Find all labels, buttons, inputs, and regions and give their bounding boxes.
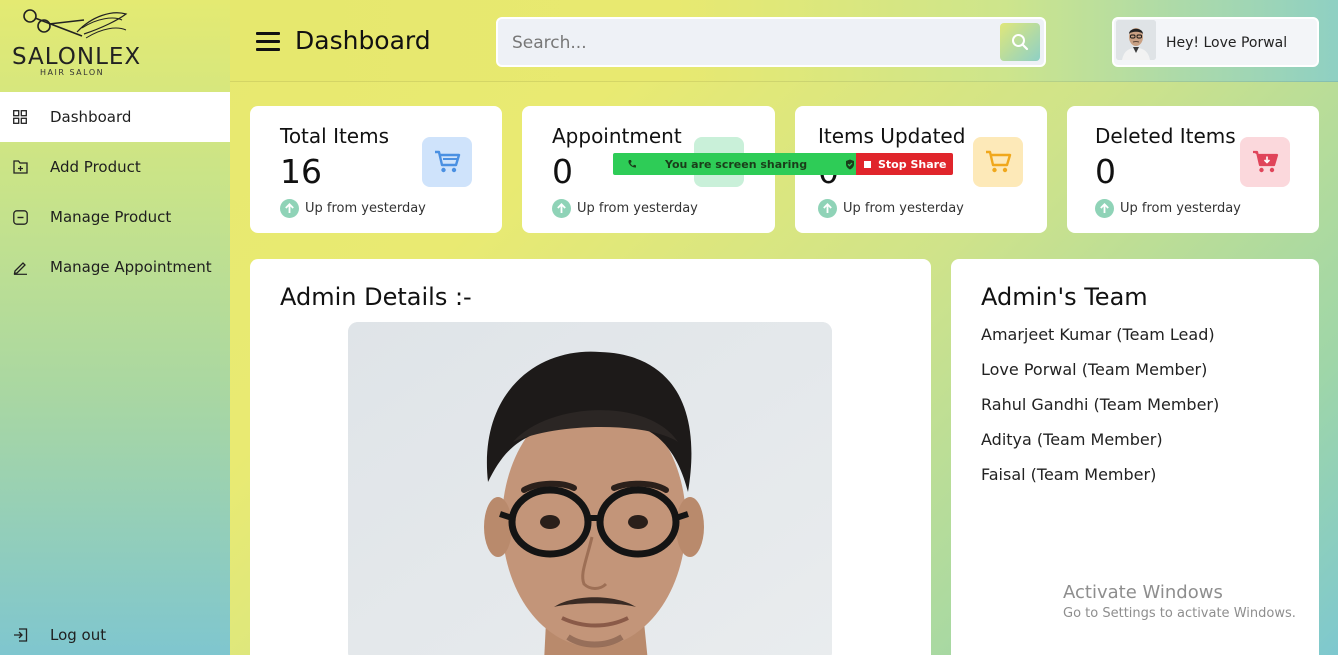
add-box-icon xyxy=(12,159,28,175)
user-profile[interactable]: Hey! Love Porwal xyxy=(1112,17,1319,67)
team-list: Amarjeet Kumar (Team Lead) Love Porwal (… xyxy=(981,325,1219,500)
arrow-up-icon xyxy=(552,199,571,218)
screen-share-message: You are screen sharing xyxy=(665,157,808,171)
logout-icon xyxy=(12,627,28,643)
sidebar-item-label: Manage Product xyxy=(50,208,172,226)
sidebar-item-add-product[interactable]: Add Product xyxy=(0,142,230,192)
top-header: Dashboard Hey! Love Porwal xyxy=(230,0,1338,82)
search-input[interactable] xyxy=(512,29,992,57)
list-item: Rahul Gandhi (Team Member) xyxy=(981,395,1220,414)
sidebar-item-label: Add Product xyxy=(50,158,141,176)
stop-icon xyxy=(864,160,871,168)
list-item: Amarjeet Kumar (Team Lead) xyxy=(981,325,1215,344)
search-button[interactable] xyxy=(1000,23,1040,61)
stat-title: Total Items xyxy=(280,124,390,148)
admin-details-panel: Admin Details :- xyxy=(250,259,931,655)
stat-trend-label: Up from yesterday xyxy=(577,201,698,216)
admin-details-title: Admin Details :- xyxy=(280,283,472,311)
stat-title: Items Updated xyxy=(818,124,966,148)
scissors-logo-icon xyxy=(23,9,128,39)
stat-title: Deleted Items xyxy=(1095,124,1236,148)
cart-icon xyxy=(422,137,472,187)
stat-value: 0 xyxy=(552,152,573,191)
phone-icon xyxy=(628,160,636,168)
minus-box-icon xyxy=(12,209,28,225)
menu-toggle-icon[interactable] xyxy=(256,32,280,52)
stat-trend-label: Up from yesterday xyxy=(305,201,426,216)
search-bar xyxy=(496,17,1046,67)
page-title: Dashboard xyxy=(295,26,431,55)
list-item: Aditya (Team Member) xyxy=(981,430,1163,449)
activate-windows-watermark: Activate Windows Go to Settings to activ… xyxy=(1063,582,1296,621)
avatar xyxy=(1116,20,1156,60)
admin-team-title: Admin's Team xyxy=(981,283,1148,311)
watermark-subtitle: Go to Settings to activate Windows. xyxy=(1063,606,1296,621)
stat-value: 0 xyxy=(1095,152,1116,191)
watermark-title: Activate Windows xyxy=(1063,582,1223,603)
stat-trend: Up from yesterday xyxy=(1095,199,1241,218)
user-greeting: Hey! Love Porwal xyxy=(1166,35,1288,51)
list-item: Faisal (Team Member) xyxy=(981,465,1157,484)
sidebar-item-manage-product[interactable]: Manage Product xyxy=(0,192,230,242)
stat-card-total-items: Total Items 16 Up from yesterday xyxy=(250,106,502,233)
cart-icon xyxy=(973,137,1023,187)
screen-share-bar: You are screen sharing Stop Share xyxy=(613,153,953,175)
brand-name: SALONLEX xyxy=(12,44,142,70)
stat-card-deleted-items: Deleted Items 0 Up from yesterday xyxy=(1067,106,1319,233)
sidebar-item-label: Manage Appointment xyxy=(50,258,212,276)
admin-photo xyxy=(348,322,832,655)
stat-value: 16 xyxy=(280,152,322,191)
brand-logo[interactable]: SALONLEX HAIR SALON xyxy=(10,4,140,78)
stat-trend-label: Up from yesterday xyxy=(1120,201,1241,216)
cart-remove-icon xyxy=(1240,137,1290,187)
stat-title: Appointment xyxy=(552,124,682,148)
screen-share-indicator: You are screen sharing xyxy=(613,153,856,175)
sidebar-item-dashboard[interactable]: Dashboard xyxy=(0,92,230,142)
sidebar: SALONLEX HAIR SALON Dashboard Add Produc… xyxy=(0,0,230,655)
sidebar-item-label: Dashboard xyxy=(50,108,132,126)
grid-icon xyxy=(12,109,28,125)
arrow-up-icon xyxy=(818,199,837,218)
arrow-up-icon xyxy=(1095,199,1114,218)
arrow-up-icon xyxy=(280,199,299,218)
search-icon xyxy=(1012,34,1029,51)
sidebar-item-manage-appointment[interactable]: Manage Appointment xyxy=(0,242,230,292)
sidebar-nav: Dashboard Add Product Manage Product Man… xyxy=(0,92,230,292)
shield-icon xyxy=(846,159,855,169)
stat-trend-label: Up from yesterday xyxy=(843,201,964,216)
stat-trend: Up from yesterday xyxy=(552,199,698,218)
stat-trend: Up from yesterday xyxy=(818,199,964,218)
list-item: Love Porwal (Team Member) xyxy=(981,360,1208,379)
logout-label: Log out xyxy=(50,626,107,644)
stat-trend: Up from yesterday xyxy=(280,199,426,218)
pencil-icon xyxy=(12,259,28,275)
stop-share-label: Stop Share xyxy=(878,157,947,171)
brand-tagline: HAIR SALON xyxy=(40,68,105,77)
stop-share-button[interactable]: Stop Share xyxy=(856,153,953,175)
logout-button[interactable]: Log out xyxy=(0,610,230,655)
